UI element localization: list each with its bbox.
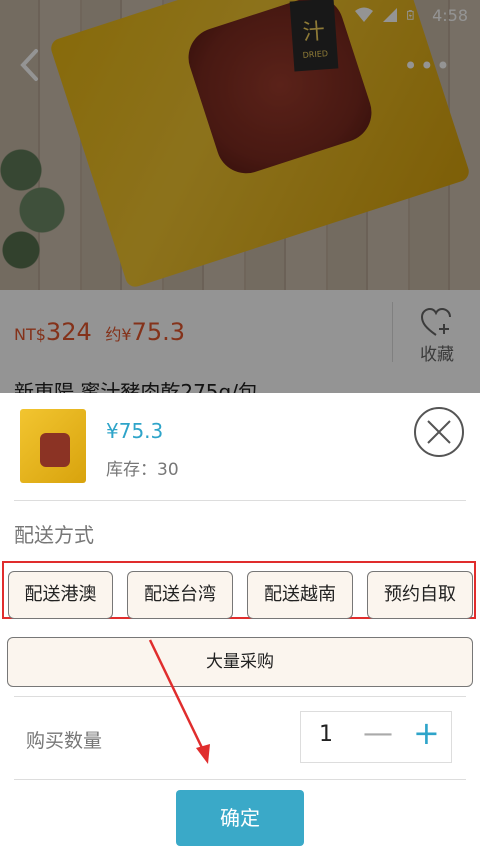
delivery-title: 配送方式 (14, 523, 94, 547)
delivery-option-taiwan[interactable]: 配送台湾 (127, 571, 233, 619)
quantity-stepper: 1 — + (300, 711, 452, 763)
stock-count: 库存：30 (106, 460, 179, 480)
quantity-label: 购买数量 (26, 730, 103, 752)
delivery-option-vietnam[interactable]: 配送越南 (247, 571, 353, 619)
delivery-option-pickup[interactable]: 预约自取 (367, 571, 473, 619)
close-circle-icon (427, 420, 451, 444)
selected-price: ¥75.3 (106, 419, 164, 443)
purchase-sheet: ¥75.3 库存：30 配送方式 配送港澳 配送台湾 配送越南 预约自取 大量采… (0, 393, 480, 854)
close-button[interactable] (414, 407, 464, 457)
quantity-value: 1 (319, 722, 333, 747)
delivery-option-hk-macau[interactable]: 配送港澳 (8, 571, 113, 619)
divider (14, 500, 466, 501)
plus-button[interactable]: + (413, 714, 440, 752)
bulk-purchase-button[interactable]: 大量采购 (7, 637, 473, 687)
divider (14, 696, 466, 697)
divider (14, 779, 466, 780)
product-thumbnail (20, 409, 86, 483)
minus-button[interactable]: — (363, 716, 393, 751)
confirm-button[interactable]: 确定 (176, 790, 304, 846)
